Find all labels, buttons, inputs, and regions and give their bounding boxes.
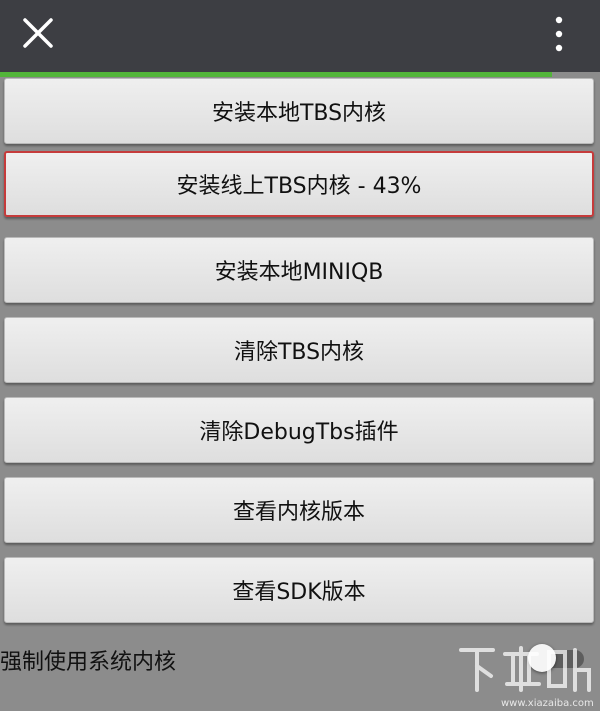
view-core-version-button[interactable]: 查看内核版本 [4,477,594,543]
force-system-core-label: 强制使用系统内核 [0,650,177,675]
install-online-tbs-core-button[interactable]: 安装线上TBS内核 - 43% [4,151,594,217]
watermark-logo: www.xiazaiba.com [459,646,594,709]
button-label: 安装本地TBS内核 [211,101,387,126]
view-sdk-version-button[interactable]: 查看SDK版本 [4,557,594,623]
clear-tbs-core-button[interactable]: 清除TBS内核 [4,317,594,383]
app-toolbar [0,0,600,72]
install-local-miniqb-button[interactable]: 安装本地MINIQB [4,237,594,303]
watermark-url: www.xiazaiba.com [501,698,594,709]
page-load-progress-bar [0,72,600,77]
more-vertical-icon[interactable] [546,14,572,54]
progress-fill [0,72,552,77]
button-label: 清除TBS内核 [233,340,365,365]
close-icon[interactable] [22,17,54,49]
button-label: 查看SDK版本 [232,580,366,605]
button-label: 查看内核版本 [232,500,365,525]
button-label: 清除DebugTbs插件 [199,420,399,445]
button-label: 安装本地MINIQB [214,260,384,285]
button-label: 安装线上TBS内核 - 43% [176,174,422,199]
clear-debugtbs-plugin-button[interactable]: 清除DebugTbs插件 [4,397,594,463]
install-local-tbs-core-button[interactable]: 安装本地TBS内核 [4,78,594,144]
